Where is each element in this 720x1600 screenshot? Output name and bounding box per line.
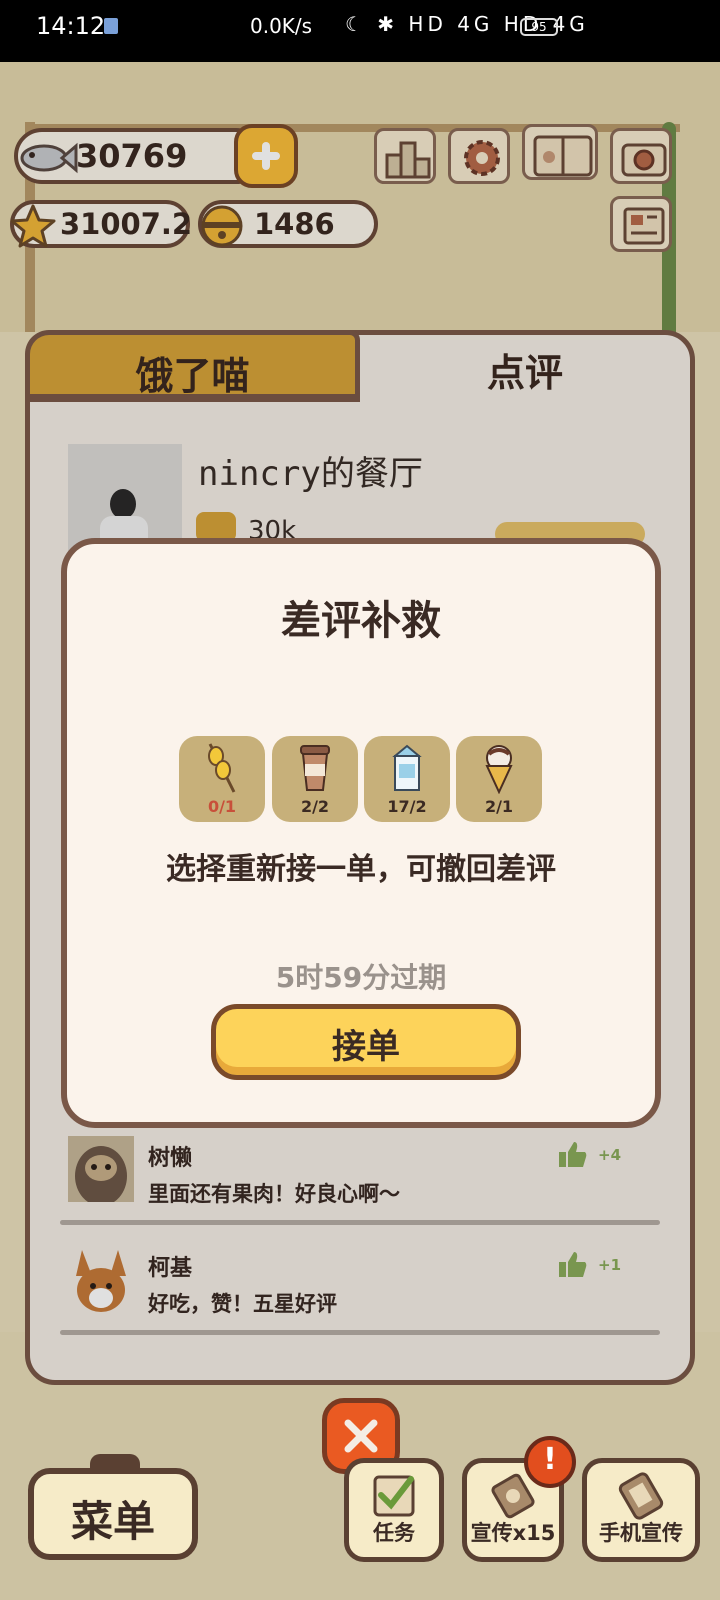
status-bar: 14:12 0.0K/s ☾ ✱ HD 4G HD 4G 95: [0, 0, 720, 62]
dialog-title: 差评补救: [281, 598, 441, 644]
task-button[interactable]: 任务: [344, 1458, 444, 1562]
coffee-cup-icon: [300, 745, 330, 791]
ice-cream-cone-icon: [485, 745, 513, 794]
ingredient-slot: 17/2: [364, 736, 450, 822]
ingredient-count: 0/1: [207, 797, 237, 816]
ingredient-slot: 0/1: [179, 736, 265, 822]
sausage-skewer-icon: [208, 743, 236, 793]
alert-mark: !: [543, 1442, 557, 1477]
accept-order-button[interactable]: 接单: [211, 1004, 521, 1080]
accept-order-label: 接单: [332, 1027, 400, 1067]
ingredient-slot: 2/2: [272, 736, 358, 822]
close-icon: [344, 1419, 378, 1453]
milk-carton-icon: [392, 744, 422, 791]
task-label: 任务: [373, 1521, 415, 1545]
ingredient-count: 2/1: [484, 797, 514, 816]
network-speed: 0.0K/s: [250, 14, 313, 38]
ingredient-count: 17/2: [387, 797, 427, 816]
dialog-description: 选择重新接一单，可撤回差评: [166, 852, 556, 887]
phone-promotion-button[interactable]: 手机宣传: [582, 1458, 700, 1562]
menu-button[interactable]: 菜单: [28, 1454, 198, 1560]
notification-icon: [104, 18, 118, 34]
checklist-icon: [373, 1475, 415, 1517]
alert-badge: !: [524, 1436, 576, 1488]
menu-label: 菜单: [70, 1497, 155, 1546]
bad-review-remedy-dialog: 差评补救 0/1 2/2 17/2 2/1 选择重新接一单，可撤回差评 5时59…: [61, 538, 661, 1128]
battery-icon: 95: [520, 18, 558, 36]
ingredient-count: 2/2: [300, 797, 330, 816]
ingredient-slot: 2/1: [456, 736, 542, 822]
status-time: 14:12: [36, 12, 106, 40]
promotion-label: 宣传x15: [470, 1521, 556, 1545]
phone-promotion-label: 手机宣传: [599, 1521, 683, 1545]
expire-timer: 5时59分过期: [275, 961, 447, 994]
phone-flyer-icon: [618, 1472, 664, 1520]
